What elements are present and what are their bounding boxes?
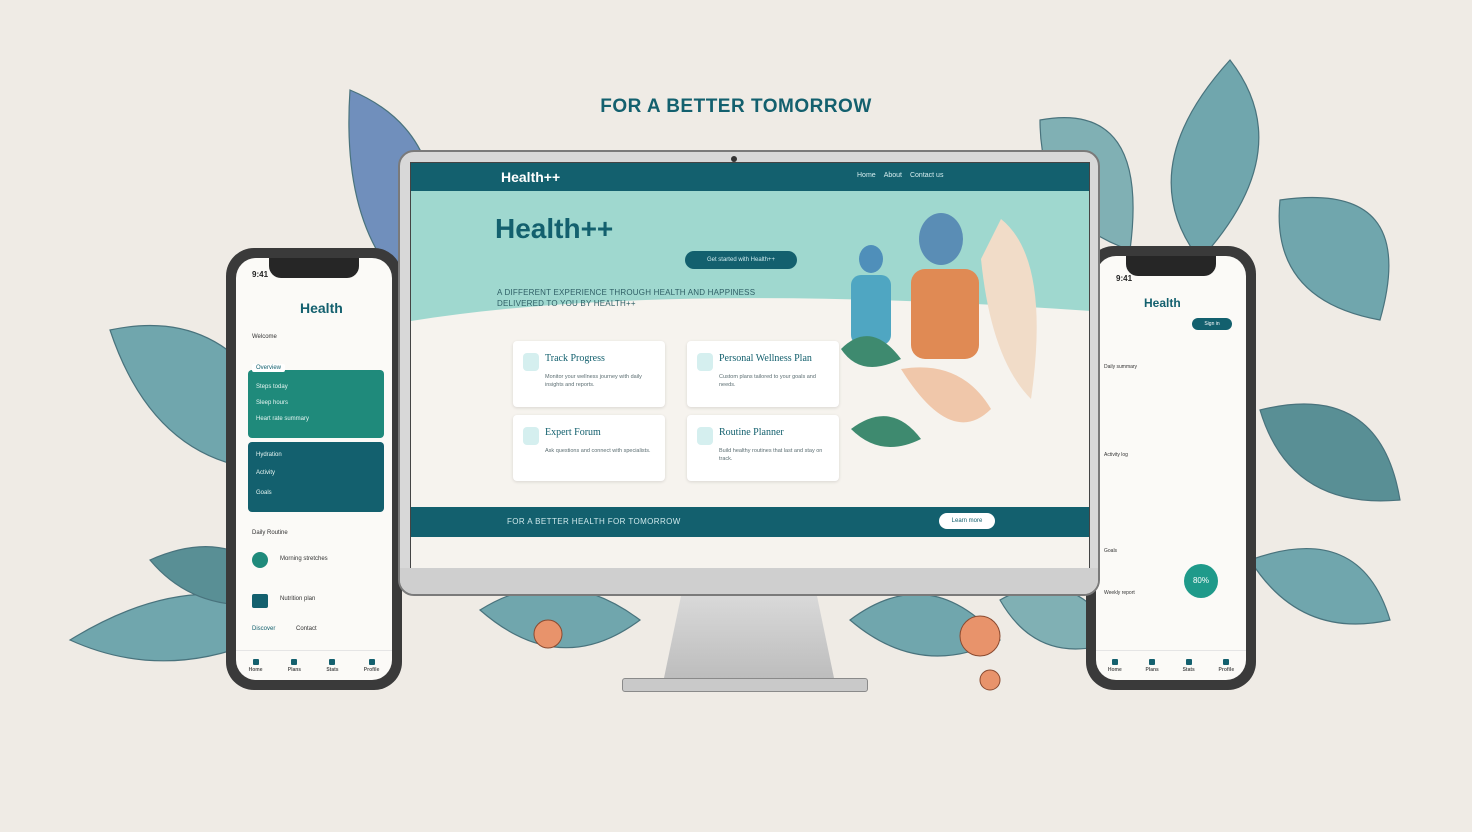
heart-icon [523,353,539,371]
daily-routine-heading: Daily Routine [252,530,288,536]
chart-icon [252,594,268,608]
leaf-icon [523,427,539,445]
footer-band: FOR A BETTER HEALTH FOR TOMORROW Learn m… [411,507,1089,537]
profile-icon [1223,658,1230,665]
hero-title: Health++ [495,213,614,244]
page-tagline: FOR A BETTER TOMORROW [600,96,872,117]
tab-plans[interactable]: Plans [288,658,301,673]
list-item[interactable]: Daily summary [1104,364,1137,370]
plans-icon [291,658,298,665]
nav-link-contact[interactable]: Contact us [910,172,943,179]
home-icon [252,658,259,665]
tab-stats[interactable]: Stats [326,658,339,673]
left-phone: 9:41 Health Welcome Overview Steps today… [226,248,402,690]
site-logo[interactable]: Health++ [501,169,560,185]
tab-home[interactable]: Home [1108,658,1122,673]
overview-card[interactable]: Overview Steps today Sleep hours Heart r… [248,364,384,438]
list-item[interactable]: Goals [1104,548,1117,554]
progress-circle: 80% [1184,564,1218,598]
phone-notch [269,258,359,278]
hero-illustration [841,213,1037,447]
desktop-monitor: Health++ Home About Contact us Health++ … [398,150,1100,596]
discover-link[interactable]: Discover [252,626,275,632]
right-phone: 9:41 Health Sign in Daily summary Activi… [1086,246,1256,690]
card-row: Activity [256,470,276,476]
top-nav: Health++ Home About Contact us [411,163,1089,191]
stats-icon [329,658,336,665]
tab-profile[interactable]: Profile [1219,658,1234,673]
contact-link[interactable]: Contact [296,626,317,632]
monitor-stand [664,596,834,678]
status-time: 9:41 [252,270,269,279]
app-logo: Health [300,300,343,316]
feature-card[interactable]: Routine Planner Build healthy routines t… [687,415,839,481]
card-text: Build healthy routines that last and sta… [719,448,823,462]
nav-link-about[interactable]: About [884,172,902,179]
tab-plans[interactable]: Plans [1146,658,1159,673]
right-phone-screen: 9:41 Health Sign in Daily summary Activi… [1096,256,1246,680]
list-item[interactable]: Activity log [1104,452,1128,458]
tab-profile[interactable]: Profile [364,658,379,673]
hero-subtitle: A DIFFERENT EXPERIENCE THROUGH HEALTH AN… [497,288,756,308]
nav-links: Home About Contact us [857,172,943,179]
status-time: 9:41 [1116,274,1133,283]
list-item[interactable]: Morning stretches [280,556,328,562]
get-started-button[interactable]: Get started with Health++ [685,251,797,269]
stats-icon [1185,658,1192,665]
card-text: Custom plans tailored to your goals and … [719,374,816,388]
desktop-screen: Health++ Home About Contact us Health++ … [410,162,1090,570]
feature-card[interactable]: Track Progress Monitor your wellness jou… [513,341,665,407]
feature-card[interactable]: Expert Forum Ask questions and connect w… [513,415,665,481]
feature-card[interactable]: Personal Wellness Plan Custom plans tail… [687,341,839,407]
tab-home[interactable]: Home [249,658,263,673]
card-row: Hydration [256,452,282,458]
card-row: Heart rate summary [256,416,310,422]
overview-header: Overview [252,364,286,372]
home-icon [1111,658,1118,665]
monitor-base [622,678,868,692]
phone-notch [1126,256,1216,276]
nav-link-home[interactable]: Home [857,172,876,179]
stage: FOR A BETTER TOMORROW 9:41 Health Welcom… [0,0,1472,832]
card-text: Ask questions and connect with specialis… [545,448,651,454]
card-title: Personal Wellness Plan [719,353,812,364]
card-row: Sleep hours [256,400,289,406]
profile-icon [368,658,375,665]
footer-text: FOR A BETTER HEALTH FOR TOMORROW [507,517,681,526]
list-item[interactable]: Nutrition plan [280,596,315,602]
card-title: Expert Forum [545,427,601,438]
people-icon [697,353,713,371]
card-row: Goals [256,490,272,496]
sign-in-button[interactable]: Sign in [1192,318,1232,330]
welcome-heading: Welcome [252,334,277,340]
left-phone-screen: 9:41 Health Welcome Overview Steps today… [236,258,392,680]
tab-bar: Home Plans Stats Profile [1096,650,1246,680]
card-row: Steps today [256,384,288,390]
tab-stats[interactable]: Stats [1183,658,1195,673]
list-item[interactable]: Weekly report [1104,590,1135,596]
plans-icon [1149,658,1156,665]
card-title: Routine Planner [719,427,784,438]
app-logo: Health [1144,296,1181,310]
card-text: Monitor your wellness journey with daily… [545,374,642,388]
tab-bar: Home Plans Stats Profile [236,650,392,680]
activity-card[interactable]: Hydration Activity Goals [248,442,384,512]
card-title: Track Progress [545,353,605,364]
heart-icon [252,552,268,568]
chart-icon [697,427,713,445]
monitor-chin [400,568,1098,594]
learn-more-button[interactable]: Learn more [939,513,995,529]
